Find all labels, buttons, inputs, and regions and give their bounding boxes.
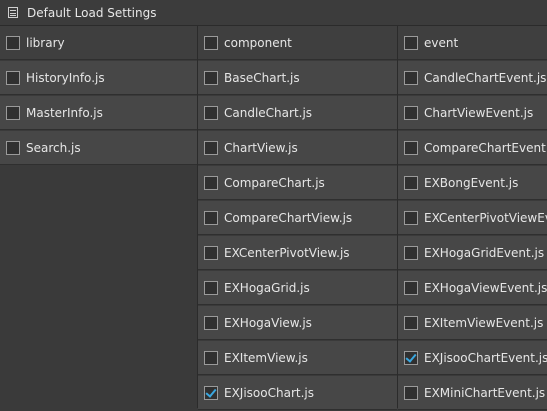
file-row[interactable]: MasterInfo.js bbox=[0, 96, 197, 130]
item-label: EXItemView.js bbox=[224, 350, 308, 365]
checkbox[interactable] bbox=[404, 245, 418, 260]
checkbox[interactable] bbox=[404, 210, 418, 225]
file-row[interactable]: EXBongEvent.js bbox=[398, 166, 547, 200]
folder-row[interactable]: event bbox=[398, 26, 547, 60]
file-row[interactable]: EXHogaViewEvent.js bbox=[398, 271, 547, 305]
file-row[interactable]: EXJisooChart.js bbox=[198, 376, 397, 410]
checkbox[interactable] bbox=[6, 70, 20, 85]
item-label: ChartView.js bbox=[224, 140, 298, 155]
item-label: CandleChart.js bbox=[224, 105, 313, 120]
item-label: EXHogaViewEvent.js bbox=[424, 280, 547, 295]
folder-row[interactable]: library bbox=[0, 26, 197, 60]
file-row[interactable]: CandleChart.js bbox=[198, 96, 397, 130]
file-row[interactable]: EXHogaGrid.js bbox=[198, 271, 397, 305]
checkbox-checked[interactable] bbox=[204, 385, 218, 400]
item-label: BaseChart.js bbox=[224, 70, 300, 85]
folder-row[interactable]: component bbox=[198, 26, 397, 60]
title-bar: Default Load Settings bbox=[0, 0, 547, 26]
checkbox[interactable] bbox=[6, 140, 20, 155]
file-row[interactable]: EXCenterPivotView.js bbox=[198, 236, 397, 270]
checkbox[interactable] bbox=[404, 280, 418, 295]
file-row[interactable]: CandleChartEvent.js bbox=[398, 61, 547, 95]
item-label: EXBongEvent.js bbox=[424, 175, 519, 190]
checkbox[interactable] bbox=[204, 210, 218, 225]
item-label: EXJisooChartEvent.js bbox=[424, 350, 547, 365]
checkbox-checked[interactable] bbox=[404, 350, 418, 365]
item-label: HistoryInfo.js bbox=[26, 70, 105, 85]
file-row[interactable]: EXHogaGridEvent.js bbox=[398, 236, 547, 270]
checkbox[interactable] bbox=[204, 315, 218, 330]
file-row[interactable]: CompareChart.js bbox=[198, 166, 397, 200]
checkbox[interactable] bbox=[204, 280, 218, 295]
file-row[interactable]: EXItemViewEvent.js bbox=[398, 306, 547, 340]
checkbox[interactable] bbox=[6, 35, 20, 50]
item-label: EXHogaView.js bbox=[224, 315, 312, 330]
checkbox[interactable] bbox=[204, 70, 218, 85]
item-label: CompareChartEvent.js bbox=[424, 140, 547, 155]
file-row[interactable]: Search.js bbox=[0, 131, 197, 165]
file-row[interactable]: ChartViewEvent.js bbox=[398, 96, 547, 130]
checkbox[interactable] bbox=[204, 245, 218, 260]
item-label: EXItemViewEvent.js bbox=[424, 315, 544, 330]
checkbox[interactable] bbox=[204, 175, 218, 190]
checkbox[interactable] bbox=[204, 350, 218, 365]
checkbox[interactable] bbox=[404, 385, 418, 400]
item-label: EXCenterPivotView.js bbox=[224, 245, 350, 260]
item-label: event bbox=[424, 35, 459, 50]
item-label: EXJisooChart.js bbox=[224, 385, 314, 400]
checkbox[interactable] bbox=[404, 70, 418, 85]
file-row[interactable]: EXItemView.js bbox=[198, 341, 397, 375]
file-row[interactable]: EXJisooChartEvent.js bbox=[398, 341, 547, 375]
checkbox[interactable] bbox=[204, 35, 218, 50]
file-row[interactable]: CompareChartView.js bbox=[198, 201, 397, 235]
item-label: component bbox=[224, 35, 292, 50]
item-label: EXMiniChartEvent.js bbox=[424, 385, 546, 400]
item-label: ChartViewEvent.js bbox=[424, 105, 534, 120]
item-label: library bbox=[26, 35, 65, 50]
checkbox[interactable] bbox=[204, 105, 218, 120]
library-column: library HistoryInfo.js MasterInfo.js Search… bbox=[0, 26, 197, 166]
component-column: component BaseChart.js CandleChart.js Chart… bbox=[198, 26, 397, 411]
item-label: EXCenterPivotViewEve bbox=[424, 210, 547, 225]
checkbox[interactable] bbox=[404, 35, 418, 50]
checkbox[interactable] bbox=[6, 105, 20, 120]
item-label: EXHogaGridEvent.js bbox=[424, 245, 545, 260]
item-label: EXHogaGrid.js bbox=[224, 280, 310, 295]
file-row[interactable]: HistoryInfo.js bbox=[0, 61, 197, 95]
window-title: Default Load Settings bbox=[27, 5, 157, 20]
checkbox[interactable] bbox=[404, 175, 418, 190]
item-label: CompareChartView.js bbox=[224, 210, 353, 225]
file-row[interactable]: EXCenterPivotViewEve bbox=[398, 201, 547, 235]
checkbox[interactable] bbox=[404, 140, 418, 155]
item-label: CandleChartEvent.js bbox=[424, 70, 547, 85]
event-column: event CandleChartEvent.js ChartViewEvent.j… bbox=[398, 26, 547, 411]
file-row[interactable]: EXMiniChartEvent.js bbox=[398, 376, 547, 410]
file-row[interactable]: EXHogaView.js bbox=[198, 306, 397, 340]
item-label: CompareChart.js bbox=[224, 175, 325, 190]
item-label: MasterInfo.js bbox=[26, 105, 103, 120]
file-row[interactable]: ChartView.js bbox=[198, 131, 397, 165]
checkbox[interactable] bbox=[404, 105, 418, 120]
window-list-icon bbox=[8, 7, 18, 18]
checkbox[interactable] bbox=[204, 140, 218, 155]
item-label: Search.js bbox=[26, 140, 81, 155]
checkbox[interactable] bbox=[404, 315, 418, 330]
file-row[interactable]: CompareChartEvent.js bbox=[398, 131, 547, 165]
file-row[interactable]: BaseChart.js bbox=[198, 61, 397, 95]
